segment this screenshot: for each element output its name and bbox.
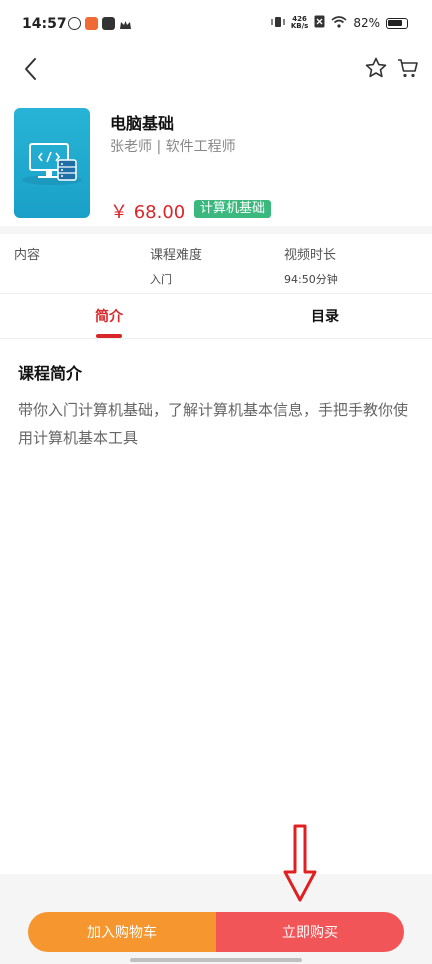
- duration-label: 视频时长: [284, 248, 337, 263]
- nav-bar: [0, 50, 432, 90]
- battery-text: 82%: [353, 16, 380, 30]
- intro-text: 带你入门计算机基础，了解计算机基本信息，手把手教你使用计算机基本工具: [18, 401, 409, 447]
- add-to-cart-button[interactable]: 加入购物车: [28, 912, 216, 952]
- app-notification-icon: [68, 17, 81, 30]
- difficulty-label: 课程难度: [150, 248, 203, 263]
- vibrate-icon: [271, 16, 285, 31]
- info-duration: 视频时长 94:50分钟: [284, 244, 338, 287]
- course-cover-image[interactable]: [14, 108, 90, 218]
- intro-title: 课程简介: [18, 364, 83, 383]
- info-content: 内容: [14, 244, 40, 263]
- section-divider: [0, 226, 432, 234]
- net-speed-unit: KB/s: [290, 22, 309, 30]
- tab-bar: 简介 目录: [0, 293, 432, 339]
- status-time: 14:57: [22, 16, 67, 32]
- course-price: ￥ 68.00: [110, 202, 186, 223]
- teacher-info: 张老师 | 软件工程师: [110, 139, 236, 155]
- course-title: 电脑基础: [110, 114, 175, 133]
- status-right: 426 KB/s 82%: [271, 15, 408, 31]
- buy-now-button[interactable]: 立即购买: [216, 912, 404, 952]
- app-notification-icon: [102, 17, 115, 30]
- tab-active-indicator: [96, 334, 122, 338]
- tab-intro[interactable]: 简介: [95, 306, 123, 326]
- favorite-button[interactable]: [364, 56, 388, 80]
- category-tag: 计算机基础: [194, 200, 272, 218]
- info-difficulty: 课程难度 入门: [150, 244, 202, 287]
- battery-icon: [386, 17, 408, 29]
- cart-button[interactable]: [396, 56, 420, 80]
- tab-catalog[interactable]: 目录: [311, 306, 339, 326]
- computer-code-illustration: [22, 143, 82, 185]
- course-info-row: 内容 课程难度 入门 视频时长 94:50分钟: [0, 234, 432, 292]
- course-intro: 课程简介 带你入门计算机基础，了解计算机基本信息，手把手教你使用计算机基本工具: [18, 360, 418, 452]
- app-notification-icon: [85, 17, 98, 30]
- chevron-left-icon: [25, 58, 36, 80]
- home-indicator[interactable]: [130, 958, 302, 962]
- star-outline-icon: [365, 57, 387, 78]
- annotation-arrow-down-icon: [283, 824, 317, 902]
- action-bar: 加入购物车 立即购买: [28, 912, 404, 952]
- back-button[interactable]: [18, 54, 46, 84]
- duration-value: 94:50分钟: [284, 273, 338, 286]
- difficulty-value: 入门: [150, 273, 172, 286]
- sim-off-icon: [314, 15, 325, 31]
- course-header: 电脑基础 张老师 | 软件工程师 ￥ 68.00 计算机基础: [0, 108, 432, 226]
- network-speed: 426 KB/s: [291, 16, 308, 30]
- crown-icon: [119, 17, 132, 30]
- wifi-icon: [331, 15, 347, 31]
- shopping-cart-icon: [398, 59, 418, 78]
- content-label: 内容: [14, 248, 41, 263]
- status-bar: 14:57 426 KB/s 82%: [0, 0, 432, 50]
- status-app-icons: [68, 17, 132, 30]
